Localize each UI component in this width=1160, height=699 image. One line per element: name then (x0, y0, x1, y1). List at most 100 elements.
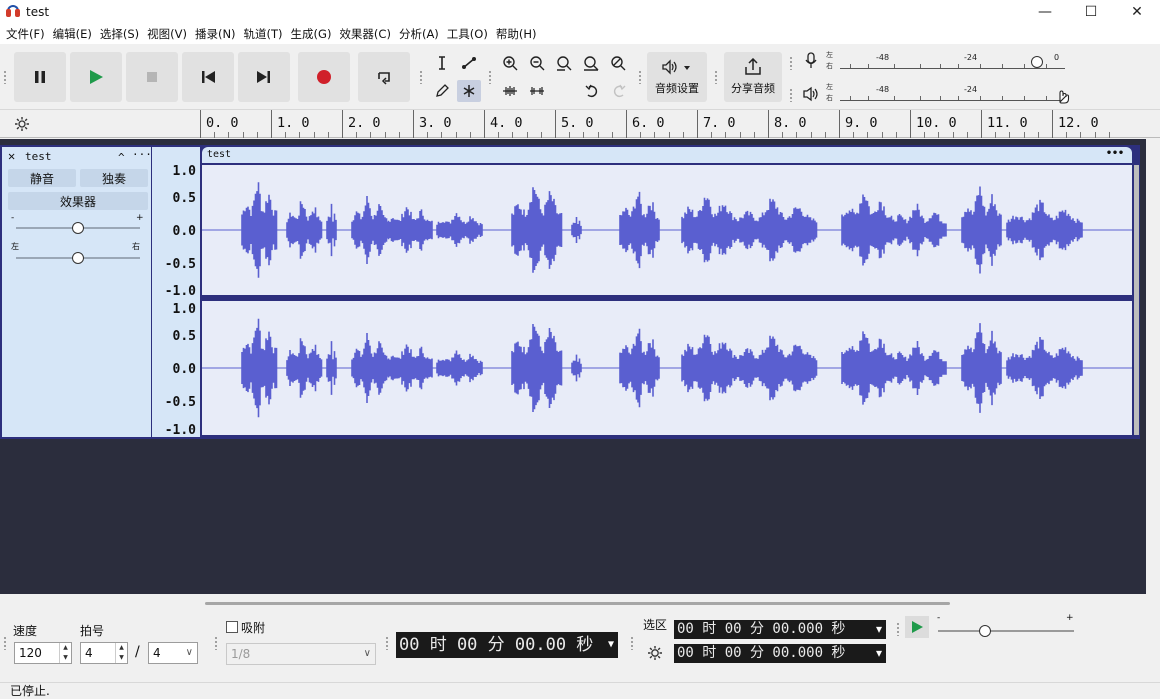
multi-tool-button[interactable] (457, 80, 481, 102)
timeline-ruler[interactable]: 0. 0 1. 0 2. 0 3. 0 4. 0 5. 0 6. 0 7. 0 8. 0 9. 0… (0, 110, 1160, 138)
share-grip[interactable] (714, 70, 718, 84)
effects-button[interactable]: 效果器 (8, 192, 148, 210)
redo-button[interactable] (607, 80, 631, 102)
skip-to-start-button[interactable] (182, 52, 234, 102)
snap-dropdown[interactable]: 1/8 ∨ (226, 643, 376, 665)
horizontal-scrollbar[interactable] (205, 602, 950, 605)
clip-menu-icon[interactable]: ••• (1106, 146, 1124, 162)
undo-button[interactable] (580, 80, 604, 102)
record-meter-right: 右 (826, 62, 833, 70)
record-meter-grip[interactable] (789, 56, 793, 70)
ruler-tick-label: 6. 0 (632, 115, 665, 131)
timeline-settings-gear-icon[interactable] (14, 116, 30, 132)
time-display[interactable]: 00 时 00 分 00.00 秒 ▼ (396, 632, 618, 658)
menu-analyze[interactable]: 分析(A) (397, 26, 445, 42)
waveform-channel-right[interactable] (202, 301, 1132, 435)
stop-button[interactable] (126, 52, 178, 102)
silence-button[interactable] (525, 80, 549, 102)
track-name[interactable]: test (25, 150, 52, 163)
maximize-button[interactable]: ☐ (1068, 0, 1114, 24)
tempo-grip[interactable] (3, 636, 7, 650)
play-speed-minus: - (937, 613, 941, 623)
track-menu-icon[interactable]: ··· (132, 148, 152, 161)
snap-grip[interactable] (214, 636, 218, 650)
fit-selection-button[interactable] (552, 52, 576, 74)
close-track-icon[interactable]: ✕ (8, 149, 15, 163)
draw-tool-button[interactable] (430, 80, 454, 102)
time-signature-numerator[interactable]: 4 ▲ ▼ (80, 642, 128, 664)
envelope-tool-button[interactable] (457, 52, 481, 74)
tempo-label: 速度 (13, 624, 38, 638)
skip-to-end-button[interactable] (238, 52, 290, 102)
menu-file[interactable]: 文件(F) (4, 26, 51, 42)
snap-value: 1/8 (231, 647, 251, 661)
menu-transport[interactable]: 播录(N) (193, 26, 242, 42)
selection-settings-gear-icon[interactable] (646, 644, 664, 662)
record-button[interactable] (298, 52, 350, 102)
waveform-channel-left[interactable] (202, 165, 1132, 295)
numerator-spin-arrows[interactable]: ▲ ▼ (115, 643, 127, 663)
tempo-input[interactable]: 120 ▲ ▼ (14, 642, 72, 664)
track-area[interactable]: ✕ test ^ ··· 静音 独奏 效果器 - + 左 右 1.0 0.5 0… (0, 139, 1146, 594)
pan-slider-knob[interactable] (72, 252, 84, 264)
ruler-tick-label: 11. 0 (987, 115, 1028, 131)
menu-effect[interactable]: 效果器(C) (337, 26, 397, 42)
selection-tool-button[interactable] (430, 52, 454, 74)
record-volume-knob[interactable] (1031, 56, 1043, 68)
microphone-icon[interactable] (804, 52, 818, 70)
mute-button[interactable]: 静音 (8, 169, 76, 187)
play-speed-slider-knob[interactable] (978, 625, 991, 637)
fit-project-button[interactable] (579, 52, 603, 74)
tools-grip[interactable] (419, 70, 423, 84)
track-resize-handle[interactable] (1134, 165, 1139, 435)
snap-checkbox[interactable] (226, 621, 238, 633)
audio-setup-button[interactable]: 音频设置 (647, 52, 707, 102)
trim-button[interactable] (498, 80, 522, 102)
record-meter[interactable]: 左右 -48 -24 0 (826, 50, 1076, 74)
playback-meter[interactable]: 左右 -48 -24 (826, 82, 1076, 106)
window-title: test (26, 5, 50, 19)
selection-end-display[interactable]: 00 时 00 分 00.000 秒 ▼ (674, 644, 886, 663)
play-speed-grip[interactable] (896, 622, 900, 636)
zoom-in-button[interactable] (498, 52, 522, 74)
minimize-button[interactable]: — (1022, 0, 1068, 24)
play-meter-grip[interactable] (789, 88, 793, 102)
share-audio-button[interactable]: 分享音频 (724, 52, 782, 102)
ruler-tick-label: 4. 0 (490, 115, 523, 131)
time-grip[interactable] (385, 636, 389, 650)
zoom-toggle-button[interactable] (606, 52, 630, 74)
collapse-track-icon[interactable]: ^ (118, 151, 125, 164)
menu-view[interactable]: 视图(V) (145, 26, 193, 42)
time-signature-denominator[interactable]: 4 ∨ (148, 642, 198, 664)
gain-slider[interactable] (16, 222, 140, 234)
denominator-value: 4 (153, 646, 161, 660)
tempo-spin-arrows[interactable]: ▲ ▼ (59, 643, 71, 663)
amplitude-scale[interactable]: 1.0 0.5 0.0 -0.5 -1.0 1.0 0.5 0.0 -0.5 -… (152, 145, 200, 439)
play-button[interactable] (70, 52, 122, 102)
menu-select[interactable]: 选择(S) (98, 26, 145, 42)
pan-slider[interactable] (16, 252, 140, 264)
menu-help[interactable]: 帮助(H) (494, 26, 543, 42)
clip-header[interactable]: test ••• (202, 147, 1132, 163)
loop-button[interactable] (358, 52, 410, 102)
menu-tracks[interactable]: 轨道(T) (242, 26, 289, 42)
scale-label-top-1: 1.0 (172, 164, 196, 179)
menu-tools[interactable]: 工具(O) (445, 26, 494, 42)
toolbar-grip[interactable] (3, 70, 7, 84)
solo-button[interactable]: 独奏 (80, 169, 148, 187)
menu-generate[interactable]: 生成(G) (289, 26, 338, 42)
zoom-out-button[interactable] (525, 52, 549, 74)
play-speed-slider[interactable] (938, 625, 1074, 637)
close-button[interactable]: ✕ (1114, 0, 1160, 24)
audio-clip[interactable]: test ••• (200, 145, 1140, 439)
selection-grip[interactable] (630, 636, 634, 650)
selection-start-display[interactable]: 00 时 00 分 00.000 秒 ▼ (674, 620, 886, 639)
gain-slider-knob[interactable] (72, 222, 84, 234)
menu-edit[interactable]: 编辑(E) (51, 26, 98, 42)
pause-button[interactable] (14, 52, 66, 102)
play-at-speed-button[interactable] (905, 616, 929, 638)
edit-grip[interactable] (488, 70, 492, 84)
speaker-icon[interactable] (802, 86, 820, 102)
track-control-panel[interactable]: ✕ test ^ ··· 静音 独奏 效果器 - + 左 右 (0, 145, 152, 439)
audio-setup-grip[interactable] (638, 70, 642, 84)
